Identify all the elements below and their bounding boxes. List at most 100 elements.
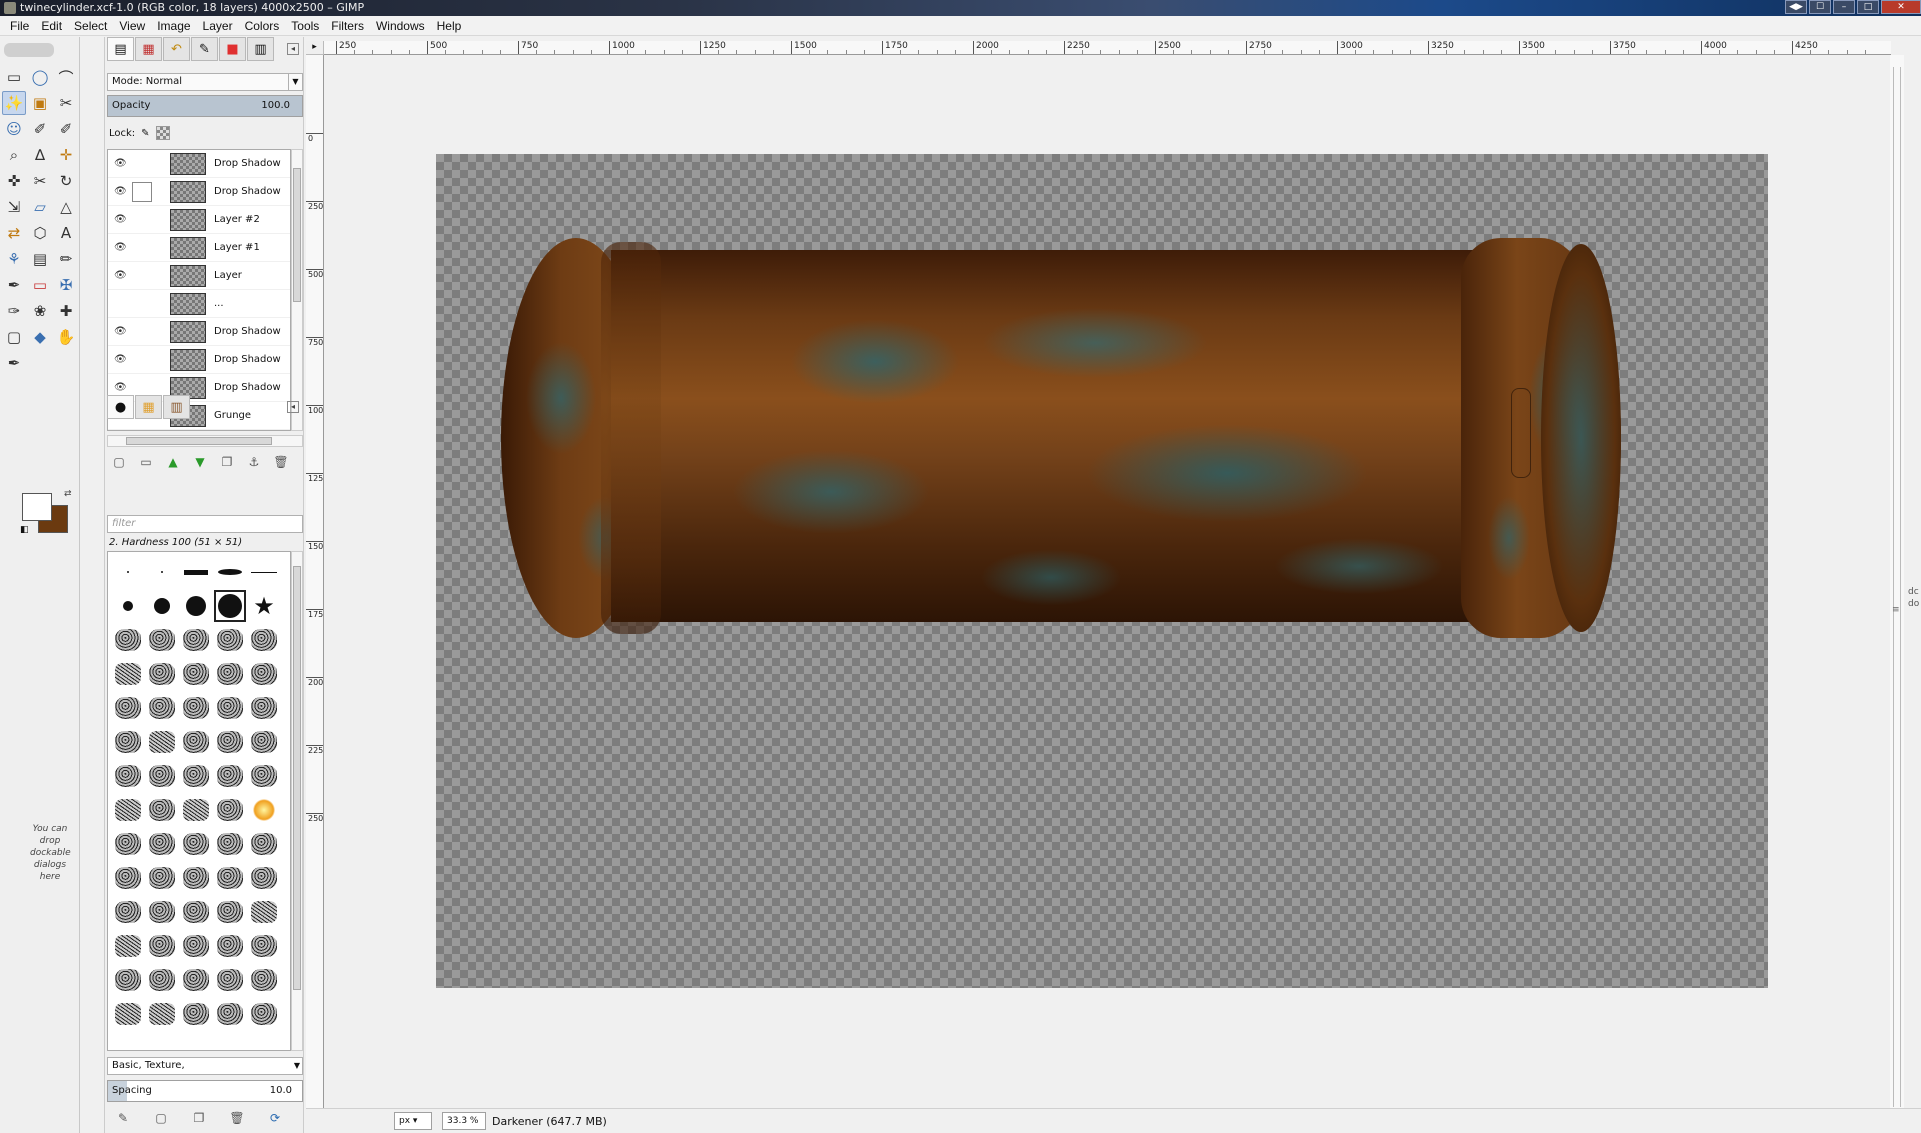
layer-name[interactable]: Layer #2: [214, 214, 284, 225]
tab-templates[interactable]: ▥: [247, 37, 274, 61]
link-chain-icon[interactable]: [132, 294, 152, 314]
layer-mode-select[interactable]: Mode: Normal ▼: [107, 73, 303, 91]
brush-item[interactable]: [180, 862, 212, 894]
brush-item[interactable]: [112, 556, 144, 588]
bucket-fill-icon[interactable]: ⚘: [2, 247, 26, 271]
scrollbar-thumb[interactable]: [293, 168, 301, 302]
link-chain-icon[interactable]: [132, 238, 152, 258]
brush-item[interactable]: [214, 658, 246, 690]
new-layer-group-icon[interactable]: ▭: [138, 455, 154, 471]
brush-item[interactable]: [112, 896, 144, 928]
brush-item[interactable]: [214, 760, 246, 792]
crop-icon[interactable]: ✂: [28, 169, 52, 193]
brush-item[interactable]: [146, 794, 178, 826]
brush-item[interactable]: [146, 896, 178, 928]
scissors-icon[interactable]: ✂: [54, 91, 78, 115]
window-switch-button[interactable]: ◀▶: [1785, 0, 1807, 14]
brush-item[interactable]: [180, 726, 212, 758]
layer-thumbnail[interactable]: [170, 293, 206, 315]
layer-name[interactable]: Grunge: [214, 410, 284, 421]
brush-item[interactable]: [146, 930, 178, 962]
window-maximize-button[interactable]: □: [1857, 0, 1879, 14]
menu-file[interactable]: File: [4, 16, 35, 36]
measure-icon[interactable]: ∆: [28, 143, 52, 167]
layer-row[interactable]: 👁 Drop Shadow: [108, 150, 290, 178]
dodge-burn-icon[interactable]: ✒: [2, 351, 26, 375]
brush-item[interactable]: [112, 624, 144, 656]
new-layer-icon[interactable]: ▢: [111, 455, 127, 471]
brush-item[interactable]: [180, 658, 212, 690]
spacing-slider[interactable]: Spacing 10.0: [107, 1080, 303, 1102]
brush-item[interactable]: [214, 896, 246, 928]
layer-row[interactable]: ...: [108, 290, 290, 318]
tab-layers[interactable]: ▤: [107, 37, 134, 61]
perspective-icon[interactable]: △: [54, 195, 78, 219]
layer-row[interactable]: 👁 Drop Shadow: [108, 318, 290, 346]
layer-name[interactable]: Drop Shadow: [214, 158, 284, 169]
brush-filter-input[interactable]: filter: [107, 515, 303, 533]
visibility-eye-icon[interactable]: 👁: [114, 382, 128, 393]
layer-name[interactable]: Drop Shadow: [214, 186, 284, 197]
brushes-dock-menu-button[interactable]: ◂: [287, 401, 299, 413]
zoom-icon[interactable]: ⌕: [2, 143, 26, 167]
visibility-eye-icon[interactable]: 👁: [114, 242, 128, 253]
lock-alpha-icon[interactable]: [155, 126, 170, 140]
brush-item[interactable]: [112, 726, 144, 758]
color-select-icon[interactable]: ▣: [28, 91, 52, 115]
rotate-icon[interactable]: ↻: [54, 169, 78, 193]
brush-item[interactable]: [146, 828, 178, 860]
smudge-icon[interactable]: ✋: [54, 325, 78, 349]
layer-name[interactable]: ...: [214, 298, 284, 309]
lower-layer-icon[interactable]: ▼: [192, 455, 208, 471]
raise-layer-icon[interactable]: ▲: [165, 455, 181, 471]
brush-item[interactable]: [248, 692, 280, 724]
tab-undo[interactable]: ↶: [163, 37, 190, 61]
foreground-color-swatch[interactable]: [22, 493, 52, 521]
paths-icon[interactable]: ✐: [28, 117, 52, 141]
opacity-slider[interactable]: Opacity 100.0: [107, 95, 303, 117]
brush-item[interactable]: [112, 692, 144, 724]
brush-item[interactable]: [214, 692, 246, 724]
layer-name[interactable]: Drop Shadow: [214, 326, 284, 337]
menu-windows[interactable]: Windows: [370, 16, 431, 36]
brush-item[interactable]: [248, 556, 280, 588]
align-icon[interactable]: ✜: [2, 169, 26, 193]
brush-item[interactable]: [146, 998, 178, 1030]
brush-item[interactable]: [112, 760, 144, 792]
link-chain-icon[interactable]: [132, 182, 152, 202]
layer-thumbnail[interactable]: [170, 153, 206, 175]
brush-item[interactable]: [248, 862, 280, 894]
window-restore-button[interactable]: ☐: [1809, 0, 1831, 14]
brush-item[interactable]: [146, 760, 178, 792]
link-chain-icon[interactable]: [132, 350, 152, 370]
visibility-eye-icon[interactable]: 👁: [114, 158, 128, 169]
flip-icon[interactable]: ⇄: [2, 221, 26, 245]
move-icon[interactable]: ✛: [54, 143, 78, 167]
reset-colors-icon[interactable]: ◧: [20, 525, 30, 535]
brush-item[interactable]: [112, 998, 144, 1030]
eraser-icon[interactable]: ▭: [28, 273, 52, 297]
layer-row[interactable]: 👁 Drop Shadow: [108, 346, 290, 374]
perspective-clone-icon[interactable]: ▢: [2, 325, 26, 349]
new-brush-icon[interactable]: ▢: [153, 1111, 169, 1127]
brush-item[interactable]: [180, 964, 212, 996]
delete-layer-icon[interactable]: 🗑: [273, 455, 289, 471]
edit-brush-icon[interactable]: ✎: [115, 1111, 131, 1127]
unit-select[interactable]: px ▾: [394, 1112, 432, 1130]
menu-layer[interactable]: Layer: [197, 16, 239, 36]
swap-colors-icon[interactable]: ⇄: [64, 489, 72, 499]
brush-item[interactable]: [214, 556, 246, 588]
brush-item[interactable]: [112, 862, 144, 894]
layer-thumbnail[interactable]: [170, 349, 206, 371]
brush-item[interactable]: [214, 964, 246, 996]
brush-item[interactable]: [214, 624, 246, 656]
blur-icon[interactable]: ◆: [28, 325, 52, 349]
brush-item[interactable]: [248, 794, 280, 826]
brush-item[interactable]: [248, 658, 280, 690]
brush-item[interactable]: [112, 794, 144, 826]
brush-item[interactable]: [146, 624, 178, 656]
brush-item[interactable]: [180, 760, 212, 792]
text-icon[interactable]: A: [54, 221, 78, 245]
anchor-layer-icon[interactable]: ⚓: [246, 455, 262, 471]
brush-item[interactable]: [248, 964, 280, 996]
